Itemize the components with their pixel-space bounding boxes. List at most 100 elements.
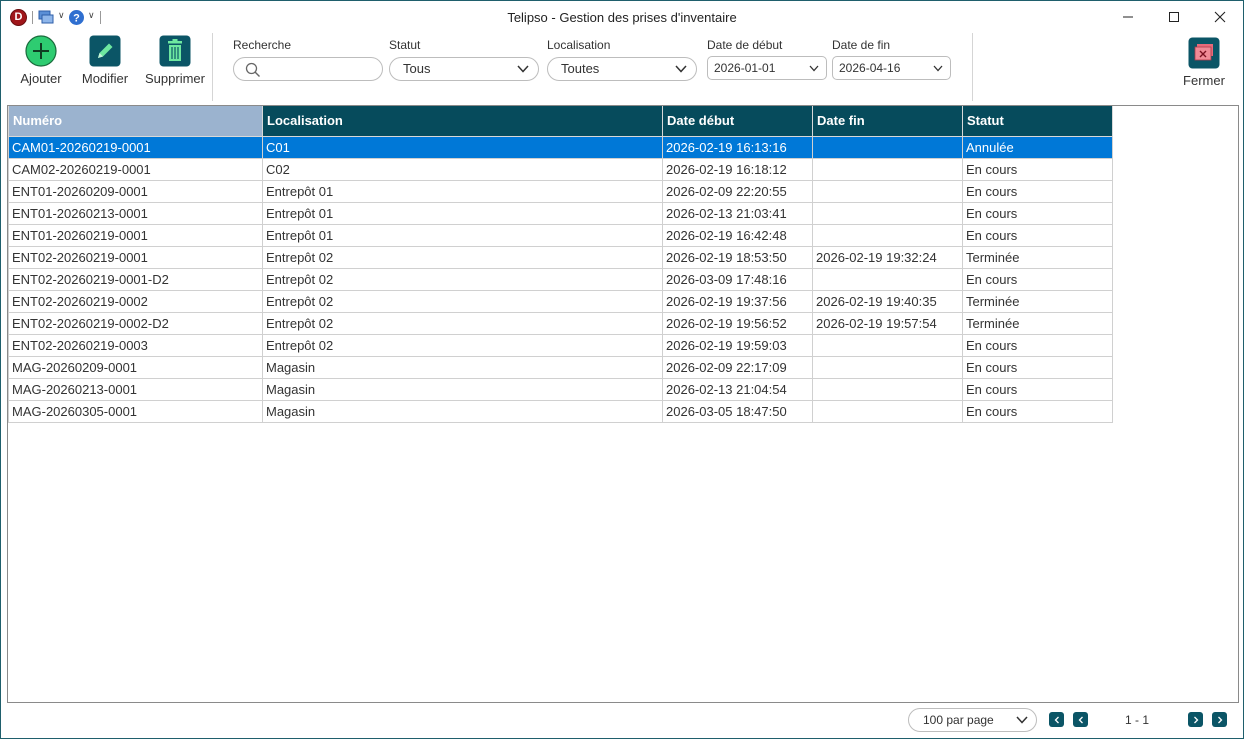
cell-status: En cours <box>962 377 1113 401</box>
trash-icon <box>159 35 191 67</box>
close-window-button[interactable] <box>1197 1 1243 33</box>
table-row[interactable]: ENT02-20260219-0001-D2 Entrepôt 02 2026-03… <box>8 267 1113 291</box>
cell-start-date: 2026-03-09 17:48:16 <box>662 267 813 291</box>
cell-number: ENT02-20260219-0001 <box>8 245 263 269</box>
cell-status: En cours <box>962 179 1113 203</box>
chevron-down-icon <box>933 65 943 72</box>
table-row[interactable]: MAG-20260305-0001 Magasin 2026-03-05 18:47… <box>8 399 1113 423</box>
chevron-down-icon <box>675 65 687 73</box>
close-form-icon <box>1188 37 1220 69</box>
table-row[interactable]: CAM01-20260219-0001 C01 2026-02-19 16:13:1… <box>8 135 1113 159</box>
cell-start-date: 2026-02-09 22:17:09 <box>662 355 813 379</box>
window-title: Telipso - Gestion des prises d'inventair… <box>507 10 737 25</box>
column-header-end-date[interactable]: Date fin <box>812 106 963 137</box>
cell-location: Magasin <box>262 355 663 379</box>
cell-start-date: 2026-02-19 18:53:50 <box>662 245 813 269</box>
table-row[interactable]: MAG-20260209-0001 Magasin 2026-02-09 22:17… <box>8 355 1113 379</box>
cell-end-date <box>812 157 963 181</box>
chevron-left-icon <box>1054 716 1059 723</box>
table-row[interactable]: MAG-20260213-0001 Magasin 2026-02-13 21:04… <box>8 377 1113 401</box>
cell-start-date: 2026-02-13 21:04:54 <box>662 377 813 401</box>
close-button[interactable]: Fermer <box>1179 37 1229 93</box>
table-row[interactable]: ENT01-20260219-0001 Entrepôt 01 2026-02-19… <box>8 223 1113 247</box>
previous-page-button[interactable] <box>1073 712 1088 727</box>
table-body: CAM01-20260219-0001 C01 2026-02-19 16:13:1… <box>8 135 1113 423</box>
end-date-label: Date de fin <box>832 38 891 52</box>
edit-button[interactable]: Modifier <box>73 35 137 91</box>
cell-end-date <box>812 333 963 357</box>
cell-start-date: 2026-02-19 19:37:56 <box>662 289 813 313</box>
cell-end-date <box>812 377 963 401</box>
last-page-button[interactable] <box>1212 712 1227 727</box>
chevron-down-icon <box>809 65 819 72</box>
cell-number: ENT01-20260213-0001 <box>8 201 263 225</box>
cell-location: C02 <box>262 157 663 181</box>
column-header-location[interactable]: Localisation <box>262 106 663 137</box>
location-label: Localisation <box>547 38 611 52</box>
start-date-value: 2026-01-01 <box>714 61 776 75</box>
table-row[interactable]: ENT01-20260213-0001 Entrepôt 01 2026-02-13… <box>8 201 1113 225</box>
delete-button[interactable]: Supprimer <box>142 35 208 91</box>
next-page-button[interactable] <box>1188 712 1203 727</box>
table-row[interactable]: ENT02-20260219-0002 Entrepôt 02 2026-02-19… <box>8 289 1113 313</box>
per-page-value: 100 par page <box>923 713 994 727</box>
start-date-picker[interactable]: 2026-01-01 <box>707 56 827 80</box>
table-row[interactable]: ENT01-20260209-0001 Entrepôt 01 2026-02-09… <box>8 179 1113 203</box>
toolbar: Ajouter Modifier Supprimer Recherche Sta… <box>1 33 1243 103</box>
table-row[interactable]: ENT02-20260219-0002-D2 Entrepôt 02 2026-02… <box>8 311 1113 335</box>
minimize-button[interactable] <box>1105 1 1151 33</box>
cell-end-date <box>812 399 963 423</box>
column-header-status[interactable]: Statut <box>962 106 1113 137</box>
close-label: Fermer <box>1183 73 1225 88</box>
pencil-icon <box>89 35 121 67</box>
cell-status: Annulée <box>962 135 1113 159</box>
status-dropdown[interactable]: Tous <box>389 57 539 81</box>
minimize-icon <box>1123 16 1133 18</box>
start-date-label: Date de début <box>707 38 783 52</box>
chevron-right-icon <box>1193 716 1198 723</box>
cell-number: MAG-20260209-0001 <box>8 355 263 379</box>
toolbar-separator <box>212 33 213 101</box>
location-dropdown[interactable]: Toutes <box>547 57 697 81</box>
chevron-down-icon <box>517 65 529 73</box>
cell-location: Entrepôt 02 <box>262 289 663 313</box>
cell-start-date: 2026-02-19 19:59:03 <box>662 333 813 357</box>
cell-number: ENT02-20260219-0002 <box>8 289 263 313</box>
table-row[interactable]: CAM02-20260219-0001 C02 2026-02-19 16:18:1… <box>8 157 1113 181</box>
search-input[interactable] <box>233 57 383 81</box>
table-header-row: Numéro Localisation Date début Date fin … <box>8 106 1113 137</box>
cell-status: En cours <box>962 157 1113 181</box>
table-row[interactable]: ENT02-20260219-0001 Entrepôt 02 2026-02-19… <box>8 245 1113 269</box>
column-header-start-date[interactable]: Date début <box>662 106 813 137</box>
search-icon <box>245 62 260 77</box>
per-page-dropdown[interactable]: 100 par page <box>908 708 1037 732</box>
cell-location: Magasin <box>262 377 663 401</box>
cell-location: Entrepôt 01 <box>262 223 663 247</box>
cell-end-date: 2026-02-19 19:40:35 <box>812 289 963 313</box>
end-date-picker[interactable]: 2026-04-16 <box>832 56 951 80</box>
maximize-icon <box>1169 12 1179 22</box>
location-value: Toutes <box>561 61 600 76</box>
status-value: Tous <box>403 61 431 76</box>
cell-status: En cours <box>962 355 1113 379</box>
cell-number: ENT01-20260219-0001 <box>8 223 263 247</box>
title-bar: D ∨ ? ∨ Telipso - Gestion des prises d'i… <box>1 1 1243 33</box>
add-button[interactable]: Ajouter <box>9 35 73 91</box>
cell-end-date: 2026-02-19 19:32:24 <box>812 245 963 269</box>
edit-label: Modifier <box>81 71 129 86</box>
table-row[interactable]: ENT02-20260219-0003 Entrepôt 02 2026-02-19… <box>8 333 1113 357</box>
cell-number: ENT01-20260209-0001 <box>8 179 263 203</box>
maximize-button[interactable] <box>1151 1 1197 33</box>
cell-status: Terminée <box>962 311 1113 335</box>
cell-start-date: 2026-02-19 16:13:16 <box>662 135 813 159</box>
cell-status: Terminée <box>962 289 1113 313</box>
inventory-grid[interactable]: Numéro Localisation Date début Date fin … <box>7 105 1239 703</box>
column-header-number[interactable]: Numéro <box>8 106 263 137</box>
search-label: Recherche <box>233 38 292 52</box>
first-page-button[interactable] <box>1049 712 1064 727</box>
cell-start-date: 2026-02-09 22:20:55 <box>662 179 813 203</box>
delete-label: Supprimer <box>145 71 205 86</box>
toolbar-separator <box>972 33 973 101</box>
cell-status: Terminée <box>962 245 1113 269</box>
cell-location: C01 <box>262 135 663 159</box>
